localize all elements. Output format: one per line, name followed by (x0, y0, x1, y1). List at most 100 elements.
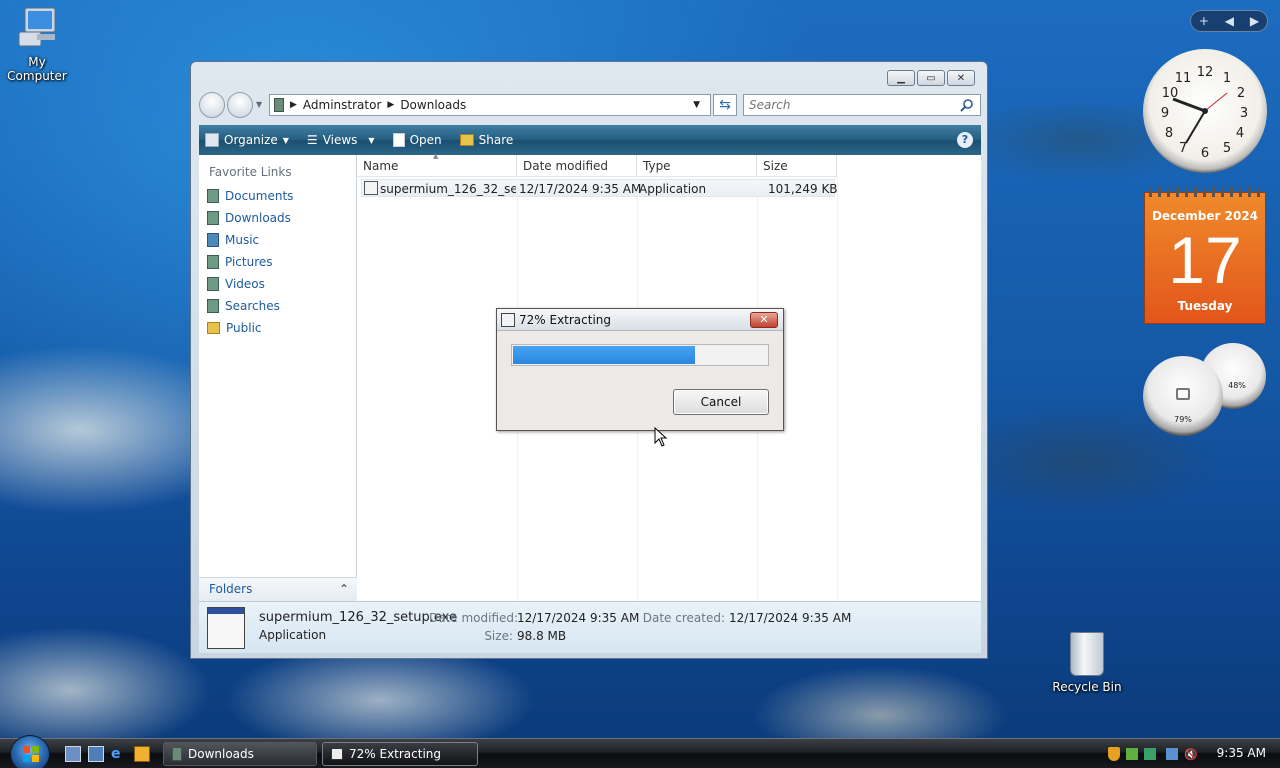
navigation-bar: ▼ ▶ Adminstrator ▶ Downloads ▼ ⇆ (199, 92, 981, 118)
breadcrumb-downloads[interactable]: Downloads (400, 98, 466, 112)
calendar-gadget[interactable]: December 2024 17 Tuesday (1144, 187, 1266, 324)
clock-gadget[interactable]: 12 1 2 345 678 9 10 11 (1143, 49, 1267, 173)
sort-arrow-icon: ▲ (433, 152, 439, 160)
details-date-created: 12/17/2024 9:35 AM (729, 611, 852, 625)
views-icon: ☰ (306, 133, 318, 147)
favorite-link-label: Documents (225, 189, 294, 203)
dialog-title-bar[interactable]: 72% Extracting (497, 309, 783, 331)
views-label: Views (322, 133, 358, 147)
organize-icon (205, 133, 219, 147)
cpu-percent: 79% (1174, 415, 1192, 424)
volume-muted-icon[interactable]: 🔇 (1184, 748, 1198, 761)
favorite-link-pictures[interactable]: Pictures (207, 255, 273, 269)
svg-text:3: 3 (1240, 106, 1248, 121)
internet-explorer-icon[interactable]: e (111, 746, 127, 762)
address-bar[interactable]: ▶ Adminstrator ▶ Downloads ▼ (269, 94, 711, 116)
next-icon[interactable]: ▶ (1250, 14, 1259, 28)
folders-label: Folders (209, 582, 253, 596)
favorite-link-searches[interactable]: Searches (207, 299, 280, 313)
folder-icon (172, 747, 182, 761)
taskbar-item-downloads[interactable]: Downloads (163, 742, 317, 766)
winrar-icon (331, 748, 343, 760)
recent-pages-chevron-icon[interactable]: ▼ (256, 100, 262, 109)
switch-windows-icon[interactable] (88, 746, 104, 762)
forward-button[interactable] (227, 92, 253, 118)
media-player-icon[interactable] (134, 746, 150, 762)
add-gadget-icon[interactable]: + (1199, 14, 1209, 28)
documents-icon (207, 189, 219, 203)
dialog-close-button[interactable]: ✕ (750, 312, 778, 328)
favorite-link-videos[interactable]: Videos (207, 277, 265, 291)
security-center-icon[interactable] (1126, 748, 1138, 760)
notification-icon[interactable] (1144, 748, 1156, 760)
network-icon[interactable] (1166, 748, 1178, 760)
cancel-button[interactable]: Cancel (673, 389, 769, 415)
taskbar-clock[interactable]: 9:35 AM (1217, 746, 1266, 760)
favorite-link-public[interactable]: Public (207, 321, 262, 335)
folder-icon (274, 98, 284, 112)
cpu-meter-gadget[interactable]: 79% (1143, 356, 1223, 436)
previous-icon[interactable]: ◀ (1225, 14, 1234, 28)
extract-progress-bar (511, 344, 769, 366)
extract-dialog[interactable]: 72% Extracting ✕ Cancel (496, 308, 784, 431)
search-icon[interactable] (960, 98, 974, 115)
close-button[interactable]: ✕ (947, 70, 975, 86)
svg-text:4: 4 (1236, 126, 1244, 141)
table-row[interactable]: supermium_126_32_set... 12/17/2024 9:35 … (361, 179, 838, 197)
clock-face-icon: 12 12 345 678 91011 (1161, 65, 1248, 161)
security-shield-icon[interactable] (1108, 747, 1120, 761)
views-button[interactable]: ☰ Views ▼ (307, 133, 375, 147)
address-dropdown-icon[interactable]: ▼ (693, 100, 700, 110)
maximize-button[interactable]: ▭ (917, 70, 945, 86)
refresh-button[interactable]: ⇆ (713, 94, 737, 116)
favorite-link-documents[interactable]: Documents (207, 189, 293, 203)
file-name: supermium_126_32_set... (380, 182, 516, 196)
pictures-icon (207, 255, 219, 269)
calendar-day: 17 (1168, 223, 1242, 297)
organize-label: Organize (224, 133, 278, 147)
file-type: Application (639, 182, 707, 196)
search-box[interactable] (743, 94, 981, 116)
taskbar-item-extracting[interactable]: 72% Extracting (322, 742, 478, 766)
svg-text:5: 5 (1223, 141, 1231, 156)
open-button[interactable]: Open (392, 133, 442, 147)
folders-toggle[interactable]: Folders ⌃ (199, 577, 357, 601)
favorite-link-label: Music (225, 233, 260, 247)
favorite-link-label: Pictures (225, 255, 273, 269)
desktop-icon-recycle-bin[interactable]: Recycle Bin (1052, 632, 1122, 694)
search-input[interactable] (749, 98, 949, 112)
help-icon[interactable]: ? (957, 132, 973, 148)
calendar-weekday: Tuesday (1177, 299, 1233, 313)
taskbar-item-label: Downloads (188, 747, 254, 761)
chevron-down-icon: ▼ (282, 135, 289, 145)
favorite-link-downloads[interactable]: Downloads (207, 211, 291, 225)
details-filename: supermium_126_32_setup.exe (259, 610, 457, 625)
organize-button[interactable]: Organize ▼ (205, 133, 289, 147)
recycle-bin-icon (1070, 632, 1104, 676)
downloads-icon (207, 211, 219, 225)
back-button[interactable] (199, 92, 225, 118)
favorite-link-label: Downloads (225, 211, 291, 225)
column-header-type[interactable]: Type (637, 155, 757, 177)
searches-icon (207, 299, 219, 313)
favorite-link-label: Searches (225, 299, 280, 313)
minimize-button[interactable]: ▁ (887, 70, 915, 86)
column-header-date-modified[interactable]: Date modified (517, 155, 637, 177)
favorite-links-title: Favorite Links (209, 165, 292, 179)
favorite-link-music[interactable]: Music (207, 233, 259, 247)
share-button[interactable]: Share (459, 133, 513, 147)
details-type: Application (259, 628, 327, 642)
sidebar-controls: + ◀ ▶ (1190, 10, 1268, 32)
breadcrumb-adminstrator[interactable]: Adminstrator (303, 98, 381, 112)
application-large-icon (207, 607, 245, 649)
column-header-size[interactable]: Size (757, 155, 837, 177)
show-desktop-icon[interactable] (65, 746, 81, 762)
recycle-bin-label: Recycle Bin (1052, 680, 1122, 694)
file-size: 101,249 KB (768, 182, 838, 196)
svg-text:6: 6 (1201, 146, 1209, 161)
chevron-up-icon: ⌃ (338, 582, 349, 596)
public-folder-icon (207, 322, 220, 334)
start-button[interactable] (10, 735, 50, 768)
desktop-icon-my-computer[interactable]: My Computer (0, 6, 77, 83)
calendar-rings (1149, 187, 1261, 197)
